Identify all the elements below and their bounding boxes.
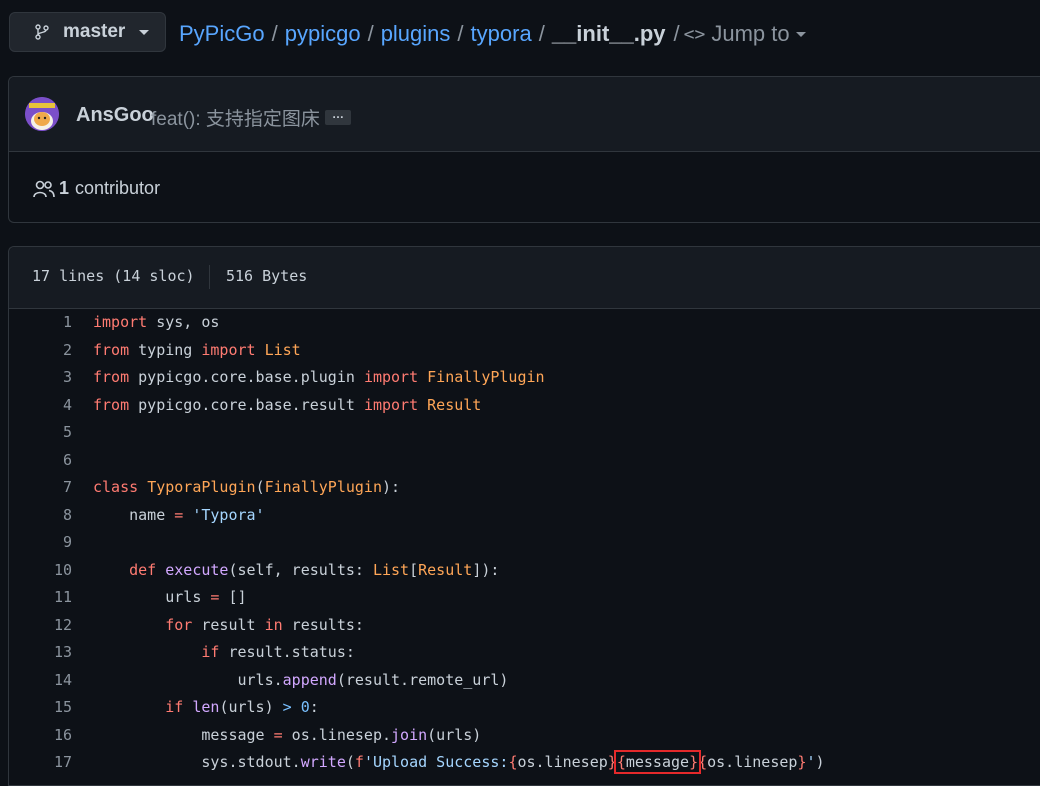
code-text: import sys, os (93, 313, 220, 331)
line-number[interactable]: 4 (12, 392, 72, 420)
code-line: 1 import sys, os (9, 309, 1040, 337)
code-line: 3 from pypicgo.core.base.plugin import Fi… (9, 364, 1040, 392)
contributor-count: 1 (59, 178, 70, 198)
file-header: 17 lines (14 sloc) 516 Bytes (9, 247, 1040, 309)
latest-commit-box: AnsGoo feat(): 支持指定图床 … 1 contributor (8, 76, 1040, 223)
code-line: 13 if result.status: (9, 639, 1040, 667)
code-line: 17 sys.stdout.write(f'Upload Success:{os… (9, 749, 1040, 777)
breadcrumb-separator: / (538, 21, 545, 46)
line-number[interactable]: 15 (12, 694, 72, 722)
line-number[interactable]: 3 (12, 364, 72, 392)
commit-row: AnsGoo feat(): 支持指定图床 … (9, 77, 1040, 152)
line-number[interactable]: 13 (12, 639, 72, 667)
avatar-image (25, 97, 59, 131)
code-text: from pypicgo.core.base.plugin import Fin… (93, 368, 545, 386)
code-text: from pypicgo.core.base.result import Res… (93, 395, 482, 414)
code-line: 5 (9, 419, 1040, 447)
expand-commit-button[interactable]: … (325, 108, 351, 125)
jump-to-label: Jump to (711, 21, 790, 46)
line-number[interactable]: 6 (12, 447, 72, 475)
code-line: 12 for result in results: (9, 612, 1040, 640)
breadcrumb-separator: / (673, 21, 680, 46)
code-text: name = 'Typora' (93, 505, 265, 524)
file-navigation-bar: master PyPicGo / pypicgo / plugins / typ… (0, 0, 1040, 68)
code-text: for result in results: (165, 615, 364, 634)
contributor-label: contributor (75, 178, 161, 198)
code-line: 7 class TyporaPlugin(FinallyPlugin): (9, 474, 1040, 502)
code-text: if len(urls) > 0: (165, 698, 319, 716)
code-line: 10 def execute(self, results: List[Resul… (9, 557, 1040, 585)
branch-name: master (63, 21, 126, 42)
code-text: class TyporaPlugin(FinallyPlugin): (93, 478, 401, 496)
line-number[interactable]: 1 (12, 309, 72, 337)
jump-to-dropdown[interactable]: / <> Jump to (674, 21, 806, 47)
code-text: if result.status: (201, 643, 355, 661)
code-icon: <> (683, 23, 706, 45)
people-icon (33, 180, 55, 197)
breadcrumb-link-plugins[interactable]: plugins (381, 21, 451, 47)
highlighted-message-token: {message} (613, 750, 702, 774)
line-number[interactable]: 9 (12, 529, 72, 557)
line-number[interactable]: 14 (12, 667, 72, 695)
chevron-down-icon (139, 29, 150, 35)
line-number[interactable]: 7 (12, 474, 72, 502)
code-line: 6 (9, 447, 1040, 475)
chevron-down-icon (795, 31, 806, 37)
breadcrumb-separator: / (457, 21, 464, 46)
breadcrumb-repo-link[interactable]: PyPicGo (179, 21, 265, 47)
code-line: 9 (9, 529, 1040, 557)
divider (209, 265, 210, 289)
code-text: sys.stdout.write(f'Upload Success:{os.li… (93, 750, 825, 774)
breadcrumb-current-file: __init__.py (551, 21, 666, 46)
avatar[interactable] (25, 97, 59, 131)
line-number[interactable]: 12 (12, 612, 72, 640)
branch-select-button[interactable]: master (9, 12, 166, 52)
code-listing: 1 import sys, os 2 from typing import List… (9, 309, 1040, 777)
contributors-link[interactable]: 1 contributor (33, 178, 160, 199)
code-text: urls = [] (93, 588, 247, 606)
line-number[interactable]: 5 (12, 419, 72, 447)
code-text: def execute(self, results: List[Result])… (129, 560, 500, 579)
line-number[interactable]: 2 (12, 337, 72, 365)
code-line: 14 urls.append(result.remote_url) (9, 667, 1040, 695)
line-number[interactable]: 8 (12, 502, 72, 530)
breadcrumb-separator: / (367, 21, 374, 46)
file-line-count: 17 lines (14 sloc) (32, 267, 195, 285)
highlighted-token-text: message (625, 753, 690, 771)
breadcrumb: PyPicGo / pypicgo / plugins / typora / _… (179, 18, 806, 50)
line-number[interactable]: 11 (12, 584, 72, 612)
code-line: 16 message = os.linesep.join(urls) (9, 722, 1040, 750)
line-number[interactable]: 16 (12, 722, 72, 750)
code-line: 15 if len(urls) > 0: (9, 694, 1040, 722)
code-text: urls.append(result.remote_url) (93, 670, 509, 689)
breadcrumb-link-typora[interactable]: typora (471, 21, 532, 47)
file-size: 516 Bytes (226, 267, 308, 285)
breadcrumb-link-pypicgo[interactable]: pypicgo (285, 21, 361, 47)
code-text: from typing import List (93, 340, 301, 359)
code-line: 11 urls = [] (9, 584, 1040, 612)
commit-message-link[interactable]: feat(): 支持指定图床 (151, 104, 320, 131)
code-line: 8 name = 'Typora' (9, 502, 1040, 530)
breadcrumb-separator: / (271, 21, 278, 46)
code-line: 2 from typing import List (9, 337, 1040, 365)
line-number[interactable]: 17 (12, 749, 72, 777)
code-line: 4 from pypicgo.core.base.result import Re… (9, 392, 1040, 420)
code-text: message = os.linesep.join(urls) (93, 725, 482, 744)
file-viewer: 17 lines (14 sloc) 516 Bytes 1 import sys… (8, 246, 1040, 786)
line-number[interactable]: 10 (12, 557, 72, 585)
commit-author-link[interactable]: AnsGoo (76, 104, 154, 127)
git-branch-icon (35, 24, 49, 40)
